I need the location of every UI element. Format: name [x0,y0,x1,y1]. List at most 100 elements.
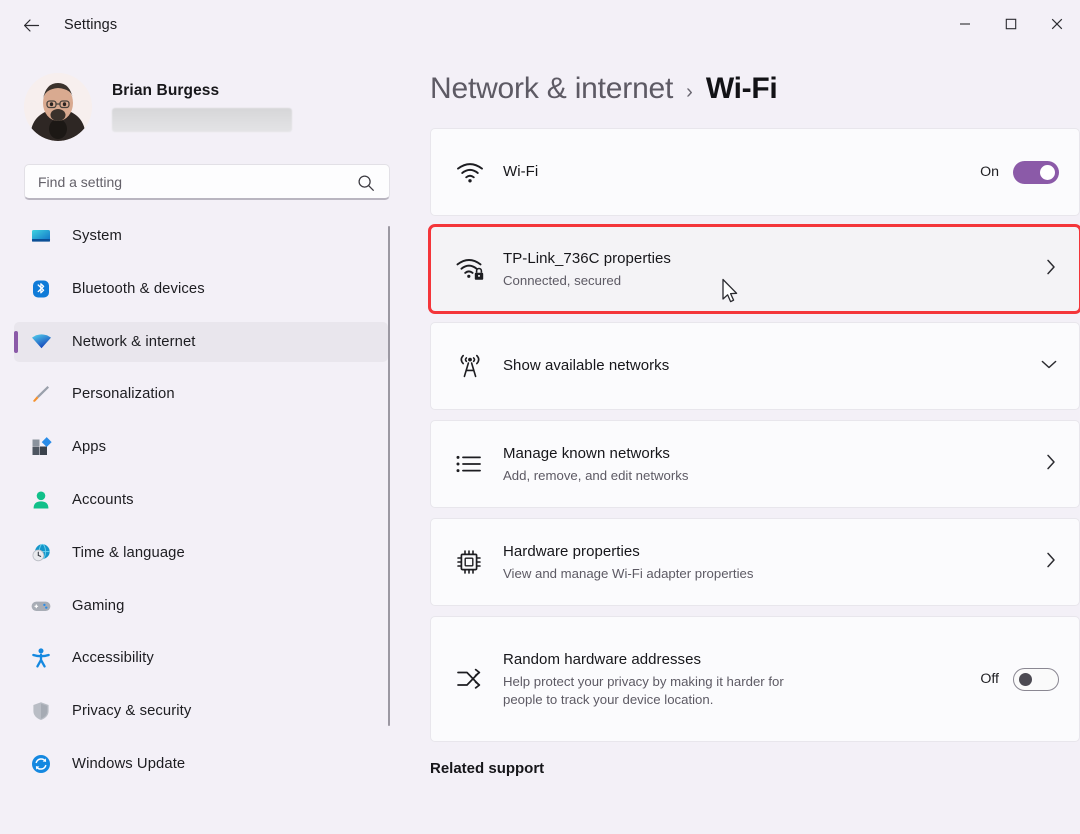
monitor-icon [28,224,54,248]
wifi-lock-icon [455,255,491,283]
page-title: Wi-Fi [705,72,778,105]
show-available-networks-card[interactable]: Show available networks [430,322,1080,410]
close-icon [1051,18,1063,30]
card-body: Hardware properties View and manage Wi-F… [491,542,1043,583]
sidebar-scrollbar-thumb[interactable] [387,226,390,726]
card-title: Show available networks [503,357,670,374]
close-button[interactable] [1034,0,1080,48]
shuffle-icon [455,666,491,692]
breadcrumb-parent[interactable]: Network & internet [430,72,673,106]
card-right [1039,356,1059,377]
card-right [1043,257,1059,282]
sidebar: Brian Burgess Find a setting System Blue… [0,50,412,834]
card-subtitle: View and manage Wi-Fi adapter properties [503,565,754,581]
sidebar-item-system[interactable]: System [14,216,388,256]
card-title: Manage known networks [503,444,670,462]
chip-icon [455,548,491,576]
random-mac-toggle-switch[interactable] [1013,667,1059,691]
card-body: Show available networks [491,356,1039,376]
chevron-right-icon [1043,452,1059,477]
related-support-heading: Related support [430,760,545,777]
main-content: Network & internet › Wi-Fi Wi-Fi On TP-L… [412,50,1080,834]
profile-section[interactable]: Brian Burgess [0,50,412,146]
card-body: Wi-Fi [491,162,980,182]
card-title: TP-Link_736C properties [503,249,671,267]
settings-cards: Wi-Fi On TP-Link_736C properties Connect… [428,128,1080,742]
sidebar-item-label: Windows Update [72,755,186,772]
title-bar: Settings [0,0,1080,50]
user-avatar-photo [24,73,92,141]
accessibility-icon [28,646,54,670]
sidebar-item-label: Accounts [72,491,134,508]
search-input[interactable] [25,173,325,190]
chevron-right-icon [1043,257,1059,282]
network-properties-card[interactable]: TP-Link_736C properties Connected, secur… [428,224,1080,314]
sidebar-item-time-language[interactable]: Time & language [14,533,388,573]
back-arrow-icon [23,18,39,32]
search-box[interactable] [24,164,390,200]
clock-globe-icon [28,541,54,565]
maximize-button[interactable] [988,0,1034,48]
card-subtitle: Help protect your privacy by making it h… [503,673,784,707]
profile-text: Brian Burgess [112,82,292,132]
profile-email-redacted [112,108,292,132]
card-right: Off [980,667,1059,691]
toggle-knob [1019,672,1032,686]
random-hardware-addresses-card[interactable]: Random hardware addresses Help protect y… [430,616,1080,742]
sidebar-item-privacy-security[interactable]: Privacy & security [14,691,388,731]
sidebar-item-label: Bluetooth & devices [72,280,205,297]
shield-icon [28,699,54,723]
sidebar-item-apps[interactable]: Apps [14,427,388,467]
hardware-properties-card[interactable]: Hardware properties View and manage Wi-F… [430,518,1080,606]
breadcrumb-separator: › [686,81,693,103]
card-subtitle: Connected, secured [503,272,622,288]
sidebar-item-label: Personalization [72,386,175,403]
sidebar-item-bluetooth-devices[interactable]: Bluetooth & devices [14,269,388,309]
card-title: Wi-Fi [503,163,539,180]
card-right: On [980,160,1059,184]
broadcast-tower-icon [455,351,491,381]
search-icon [357,174,375,197]
sidebar-item-windows-update[interactable]: Windows Update [14,744,388,784]
search-section [0,146,412,200]
sidebar-nav: System Bluetooth & devices Network & int… [0,216,412,816]
sidebar-item-network-internet[interactable]: Network & internet [14,321,388,362]
back-button[interactable] [14,8,48,42]
sidebar-item-gaming[interactable]: Gaming [14,586,388,626]
wifi-toggle-card[interactable]: Wi-Fi On [430,128,1080,216]
card-body: TP-Link_736C properties Connected, secur… [491,249,1043,290]
card-right [1043,550,1059,575]
maximize-icon [1005,18,1017,30]
profile-name: Brian Burgess [112,82,220,99]
sidebar-item-label: Time & language [72,544,185,561]
breadcrumb: Network & internet › Wi-Fi [430,50,1080,106]
bluetooth-icon [28,277,54,301]
update-refresh-icon [28,752,54,776]
sidebar-item-label: Gaming [72,597,125,614]
card-body: Manage known networks Add, remove, and e… [491,444,1043,485]
wifi-toggle-state-label: On [980,164,999,180]
sidebar-item-accounts[interactable]: Accounts [14,480,388,520]
sidebar-item-accessibility[interactable]: Accessibility [14,638,388,678]
minimize-button[interactable] [942,0,988,48]
sidebar-item-label: Network & internet [72,333,196,350]
wifi-icon [455,159,491,185]
sidebar-item-personalization[interactable]: Personalization [14,374,388,414]
wifi-icon [28,330,54,354]
chevron-down-icon [1039,356,1059,377]
card-body: Random hardware addresses Help protect y… [491,650,980,709]
sidebar-item-label: Accessibility [72,650,154,667]
sidebar-item-label: Apps [72,439,107,456]
minimize-icon [960,23,970,25]
settings-window: Settings Brian Burgess Find a setting Sy… [0,0,1080,834]
card-title: Random hardware addresses [503,650,702,668]
wifi-toggle-switch[interactable] [1013,160,1059,184]
card-title: Hardware properties [503,542,640,560]
manage-known-networks-card[interactable]: Manage known networks Add, remove, and e… [430,420,1080,508]
chevron-right-icon [1043,550,1059,575]
gamepad-icon [28,594,54,618]
apps-icon [28,435,54,459]
toggle-knob [1040,164,1055,180]
avatar [24,73,92,141]
person-icon [28,488,54,512]
